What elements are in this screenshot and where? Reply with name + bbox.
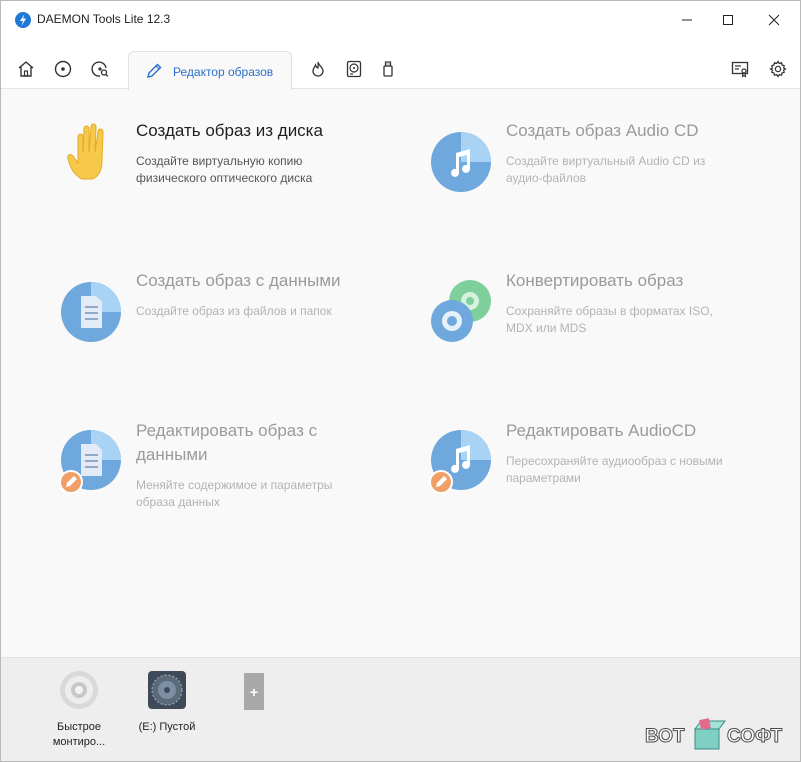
pencil-icon bbox=[147, 63, 162, 78]
edit-audiocd-card[interactable]: Редактировать AudioCD Пересохраняйте ауд… bbox=[430, 419, 770, 499]
card-title-line2: данными bbox=[136, 445, 208, 464]
tab-burn[interactable] bbox=[308, 59, 328, 79]
edit-audio-disc-icon bbox=[430, 430, 491, 494]
virtual-hdd-icon bbox=[346, 60, 362, 78]
virtual-drive-icon bbox=[148, 671, 186, 709]
app-window: DAEMON Tools Lite 12.3 Редактор образов bbox=[0, 0, 801, 762]
card-title: Создать образ Audio CD bbox=[506, 121, 699, 140]
card-title: Конвертировать образ bbox=[506, 271, 684, 290]
card-title: Редактировать AudioCD bbox=[506, 421, 697, 440]
edit-data-image-card[interactable]: Редактировать образ с данными Меняйте со… bbox=[60, 419, 380, 519]
quick-mount-label-line1: Быстрое bbox=[56, 721, 102, 733]
usb-icon bbox=[383, 61, 393, 77]
virtual-drive-label: (E:) Пустой bbox=[138, 721, 196, 733]
create-audio-cd-card[interactable]: Создать образ Audio CD Создайте виртуаль… bbox=[430, 119, 750, 199]
maximize-button[interactable] bbox=[705, 1, 751, 39]
burn-icon bbox=[312, 61, 324, 77]
minimize-icon bbox=[682, 19, 692, 21]
card-desc-line2: физического оптического диска bbox=[136, 171, 313, 185]
watermark-text-left: ВОТ bbox=[645, 726, 685, 747]
card-desc-line1: Меняйте содержимое и параметры bbox=[136, 478, 333, 492]
disc-search-icon bbox=[91, 61, 109, 77]
quick-mount-disc-icon bbox=[60, 671, 98, 709]
license-icon bbox=[731, 61, 749, 78]
audio-disc-icon bbox=[431, 132, 491, 192]
card-desc-line2: образа данных bbox=[136, 495, 220, 509]
tab-home[interactable] bbox=[16, 59, 36, 79]
card-title: Создать образ из диска bbox=[136, 121, 323, 140]
close-button[interactable] bbox=[751, 1, 797, 39]
watermark-text-right: СОФТ bbox=[727, 726, 783, 747]
virtual-drive-e[interactable]: (E:) Пустой bbox=[129, 670, 205, 735]
tab-usb[interactable] bbox=[378, 59, 398, 79]
close-icon bbox=[768, 14, 780, 26]
card-desc-line1: Создайте виртуальный Audio CD из bbox=[506, 154, 706, 168]
tab-image-editor[interactable]: Редактор образов bbox=[128, 51, 292, 90]
minimize-button[interactable] bbox=[664, 1, 710, 39]
daemon-tools-logo-icon bbox=[15, 12, 31, 28]
tab-bar: Редактор образов bbox=[1, 39, 800, 90]
convert-discs-icon bbox=[431, 280, 491, 342]
create-image-from-disc-card[interactable]: Создать образ из диска Создайте виртуаль… bbox=[60, 119, 360, 199]
window-title: DAEMON Tools Lite 12.3 bbox=[37, 12, 171, 26]
card-desc-line1: Пересохраняйте аудиообраз с новыми bbox=[506, 454, 723, 468]
card-desc-line2: аудио-файлов bbox=[506, 171, 586, 185]
edit-data-disc-icon bbox=[60, 430, 121, 494]
create-data-image-card[interactable]: Создать образ с данными Создайте образ и… bbox=[60, 269, 380, 349]
license-button[interactable] bbox=[730, 59, 750, 79]
title-bar: DAEMON Tools Lite 12.3 bbox=[1, 1, 800, 39]
maximize-icon bbox=[723, 15, 733, 25]
disc-icon bbox=[54, 60, 72, 78]
quick-mount-button[interactable]: Быстрое монтиро... bbox=[41, 670, 117, 750]
card-desc-line1: Сохраняйте образы в форматах ISO, bbox=[506, 304, 713, 318]
settings-icon bbox=[769, 60, 787, 78]
tab-image-editor-label: Редактор образов bbox=[173, 65, 274, 79]
watermark-logo: ВОТ СОФТ bbox=[645, 718, 783, 750]
convert-image-card[interactable]: Конвертировать образ Сохраняйте образы в… bbox=[430, 269, 750, 349]
card-title-line1: Редактировать образ с bbox=[136, 421, 318, 440]
card-desc-line1: Создайте виртуальную копию bbox=[136, 154, 303, 168]
settings-button[interactable] bbox=[768, 59, 788, 79]
card-desc-line1: Создайте образ из файлов и папок bbox=[136, 304, 332, 318]
card-desc-line2: параметрами bbox=[506, 471, 581, 485]
tab-disc-search[interactable] bbox=[90, 59, 110, 79]
card-desc-line2: MDX или MDS bbox=[506, 321, 587, 335]
tab-images[interactable] bbox=[53, 59, 73, 79]
home-icon bbox=[18, 61, 34, 77]
card-title: Создать образ с данными bbox=[136, 271, 341, 290]
quick-mount-label-line2: монтиро... bbox=[52, 736, 106, 748]
hand-icon bbox=[67, 123, 104, 180]
add-drive-button[interactable]: + bbox=[244, 673, 264, 710]
tab-virtual-hdd[interactable] bbox=[344, 59, 364, 79]
data-disc-icon bbox=[61, 282, 121, 342]
